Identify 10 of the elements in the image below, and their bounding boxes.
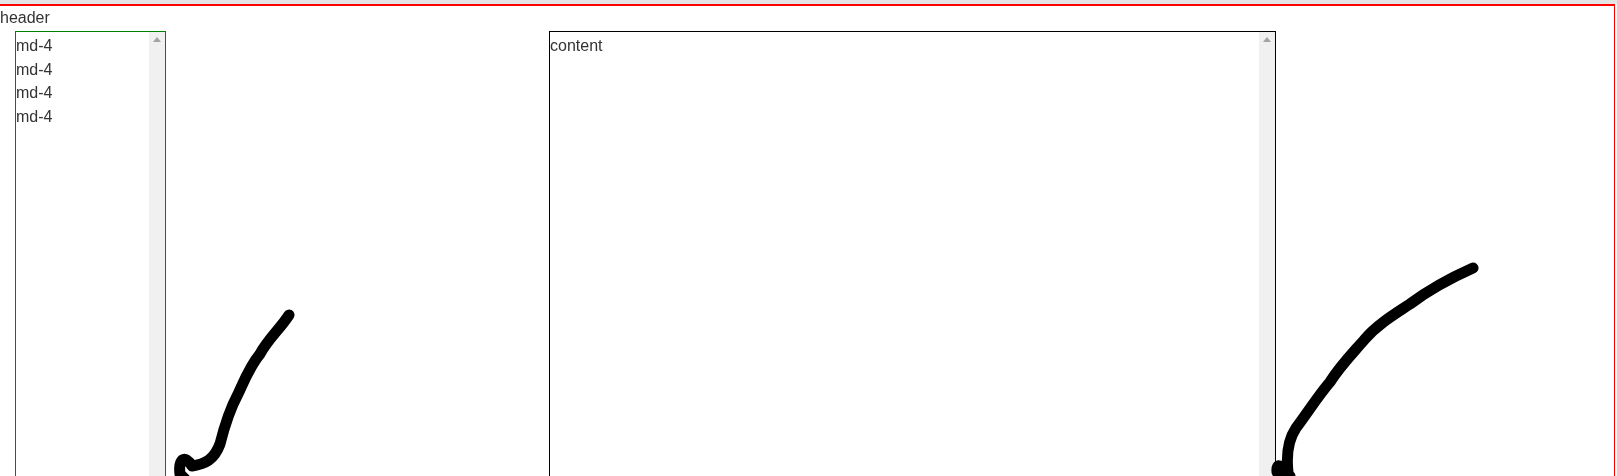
- sidebar-item: md-4: [16, 36, 53, 56]
- scroll-bar[interactable]: [1259, 32, 1275, 476]
- scroll-bar[interactable]: [149, 32, 165, 476]
- header-text: header: [0, 8, 51, 28]
- sidebar-item: md-4: [16, 59, 53, 80]
- sidebar-item: md-4: [16, 106, 53, 127]
- sidebar-item: md-4: [16, 83, 53, 103]
- scroll-up-icon[interactable]: [153, 37, 161, 42]
- scroll-up-icon[interactable]: [1263, 37, 1271, 42]
- content-text: content: [550, 36, 603, 56]
